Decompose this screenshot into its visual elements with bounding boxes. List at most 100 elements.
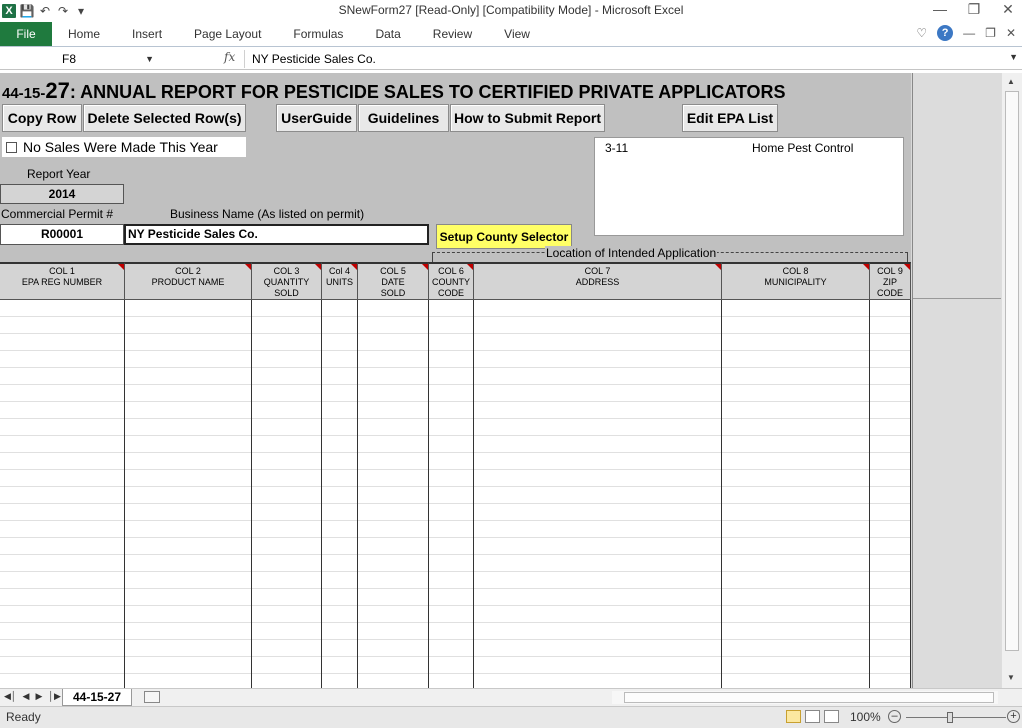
minimize-ribbon-icon[interactable]: ♡ — [916, 26, 927, 40]
permit-field[interactable]: R00001 — [0, 224, 124, 245]
name-box[interactable]: F8 ▼ — [2, 50, 156, 68]
grid-row-line — [0, 469, 911, 470]
minimize-icon[interactable]: — — [932, 1, 948, 18]
list-item-code[interactable]: 3-11 — [605, 141, 628, 155]
business-name-field[interactable]: NY Pesticide Sales Co. — [124, 224, 429, 245]
restore-icon[interactable]: ❐ — [966, 1, 982, 18]
comment-indicator-icon — [245, 264, 251, 270]
column-header-2[interactable]: COL 2 PRODUCT NAME — [125, 262, 252, 300]
vertical-scroll-thumb[interactable] — [1005, 91, 1019, 651]
zoom-slider-thumb[interactable] — [947, 712, 953, 723]
chevron-down-icon[interactable]: ▼ — [145, 50, 154, 68]
copy-row-button[interactable]: Copy Row — [2, 104, 82, 132]
zoom-out-icon[interactable]: – — [888, 710, 901, 723]
zoom-slider[interactable] — [906, 717, 1006, 718]
column-header-7[interactable]: COL 7 ADDRESS — [474, 262, 722, 300]
column-header-6[interactable]: COL 6 COUNTY CODE — [429, 262, 474, 300]
grid-row-line — [0, 435, 911, 436]
tab-page-layout[interactable]: Page Layout — [178, 22, 277, 46]
sheet-right-area — [912, 73, 1001, 688]
next-sheet-icon[interactable]: ▶ — [35, 691, 42, 702]
normal-view-icon[interactable] — [786, 710, 801, 723]
tab-data[interactable]: Data — [359, 22, 416, 46]
grid-row-line — [0, 350, 911, 351]
first-sheet-icon[interactable]: ◀│ — [4, 691, 17, 702]
tab-formulas[interactable]: Formulas — [277, 22, 359, 46]
comment-indicator-icon — [904, 264, 910, 270]
grid-row-line — [0, 401, 911, 402]
column-header-1[interactable]: COL 1 EPA REG NUMBER — [0, 262, 125, 300]
data-grid[interactable] — [0, 300, 911, 688]
grid-column-line — [357, 300, 358, 688]
how-to-submit-button[interactable]: How to Submit Report — [450, 104, 605, 132]
report-year-label: Report Year — [27, 167, 91, 181]
grid-row-line — [0, 605, 911, 606]
column-header-8[interactable]: COL 8 MUNICIPALITY — [722, 262, 870, 300]
column-header-5[interactable]: COL 5 DATE SOLD — [358, 262, 429, 300]
status-bar: Ready 100% – + — [0, 706, 1022, 728]
expand-formula-bar-icon[interactable]: ▼ — [1009, 52, 1018, 62]
last-sheet-icon[interactable]: │▶ — [48, 691, 61, 702]
grid-column-line — [721, 300, 722, 688]
guidelines-button[interactable]: Guidelines — [358, 104, 449, 132]
page-layout-view-icon[interactable] — [805, 710, 820, 723]
close-icon[interactable]: ✕ — [1000, 1, 1016, 18]
page-break-preview-icon[interactable] — [824, 710, 839, 723]
location-label: Location of Intended Application — [545, 246, 718, 260]
application-type-list[interactable]: 3-11 Home Pest Control — [594, 137, 904, 236]
insert-sheet-icon[interactable] — [144, 691, 160, 703]
column-header-4[interactable]: Col 4 UNITS — [322, 262, 358, 300]
workbook-restore-icon[interactable]: ❐ — [985, 26, 996, 40]
report-year-field[interactable]: 2014 — [0, 184, 124, 204]
sheet-tab-44-15-27[interactable]: 44-15-27 — [62, 689, 132, 706]
prev-sheet-icon[interactable]: ◀ — [23, 691, 30, 702]
edit-epa-list-button[interactable]: Edit EPA List — [682, 104, 778, 132]
tab-view[interactable]: View — [488, 22, 546, 46]
grid-row-line — [0, 537, 911, 538]
grid-row-line — [0, 554, 911, 555]
no-sales-checkbox[interactable] — [6, 141, 17, 153]
grid-row-line — [0, 452, 911, 453]
file-tab[interactable]: File — [0, 22, 52, 46]
column-header-3[interactable]: COL 3 QUANTITY SOLD — [252, 262, 322, 300]
column-header-number: COL 5 — [380, 266, 406, 276]
grid-row-line — [0, 503, 911, 504]
tab-home[interactable]: Home — [52, 22, 116, 46]
comment-indicator-icon — [863, 264, 869, 270]
list-item-name[interactable]: Home Pest Control — [752, 141, 853, 155]
no-sales-label: No Sales Were Made This Year — [23, 139, 218, 155]
column-header-title: PRODUCT NAME — [151, 277, 225, 287]
scroll-down-icon[interactable]: ▼ — [1007, 673, 1015, 682]
grid-column-line — [428, 300, 429, 688]
zoom-level[interactable]: 100% — [850, 710, 881, 724]
business-name-label: Business Name (As listed on permit) — [170, 207, 365, 221]
workbook-close-icon[interactable]: ✕ — [1006, 26, 1016, 40]
user-guide-button[interactable]: UserGuide — [276, 104, 357, 132]
column-header-title: ADDRESS — [575, 277, 620, 287]
horizontal-scrollbar[interactable] — [612, 691, 998, 704]
formula-input[interactable]: NY Pesticide Sales Co. — [244, 50, 1006, 68]
form-code-prefix: 44-15- — [2, 85, 46, 102]
column-header-9[interactable]: COL 9 ZIP CODE — [870, 262, 911, 300]
tab-insert[interactable]: Insert — [116, 22, 178, 46]
title-bar: X 💾 ↶ ↷ ▾ SNewForm27 [Read-Only] [Compat… — [0, 0, 1022, 22]
zoom-in-icon[interactable]: + — [1007, 710, 1020, 723]
grid-column-line — [321, 300, 322, 688]
delete-rows-button[interactable]: Delete Selected Row(s) — [83, 104, 246, 132]
workbook-minimize-icon[interactable]: — — [963, 26, 975, 40]
grid-column-line — [124, 300, 125, 688]
help-icon[interactable]: ? — [937, 25, 954, 41]
no-sales-checkbox-row[interactable]: No Sales Were Made This Year — [2, 137, 246, 157]
view-switcher — [786, 710, 839, 723]
form-title: : ANNUAL REPORT FOR PESTICIDE SALES TO C… — [69, 82, 786, 102]
vertical-scrollbar[interactable]: ▲ ▼ — [1001, 73, 1022, 688]
column-header-title: COUNTY — [432, 277, 470, 287]
ribbon-right-controls: ♡ ? — ❐ ✕ — [916, 25, 1016, 41]
horizontal-scroll-thumb[interactable] — [624, 692, 994, 703]
insert-function-icon[interactable]: fx — [224, 50, 235, 64]
grid-column-line — [910, 300, 911, 688]
column-header-number: COL 1 — [49, 266, 75, 276]
tab-review[interactable]: Review — [417, 22, 488, 46]
grid-row-line — [0, 418, 911, 419]
scroll-up-icon[interactable]: ▲ — [1007, 77, 1015, 86]
